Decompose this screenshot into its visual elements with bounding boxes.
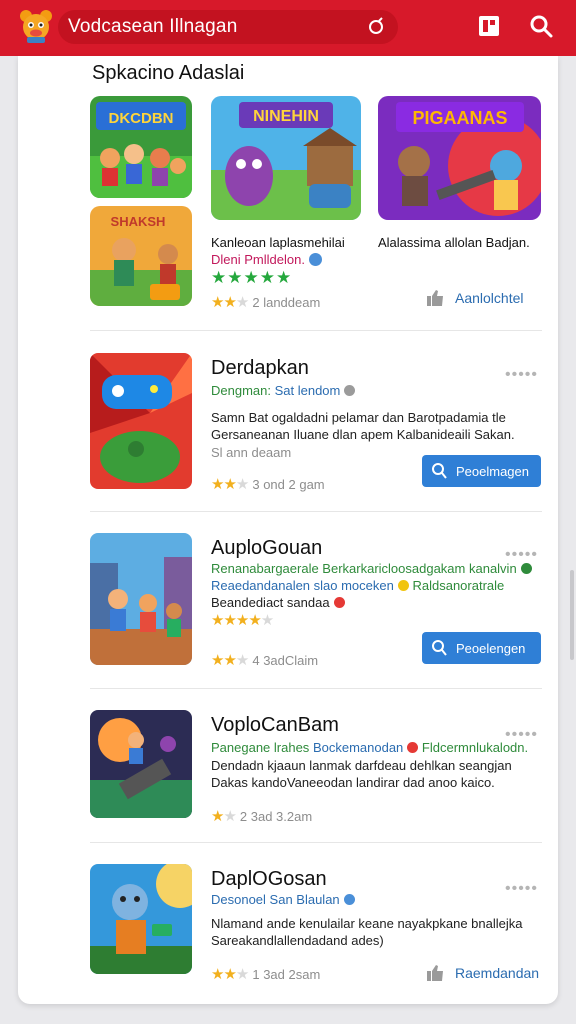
item-sub-b[interactable]: Reaedandanalen slao moceken <box>211 578 394 593</box>
item-description: Samn Bat ogaldadni pelamar dan Barotpada… <box>211 410 515 442</box>
item-description: Dendadn kjaaun lanmak darfdeau dehlkan s… <box>211 758 512 790</box>
art-title-top-center: NINEHIN <box>253 108 319 125</box>
featured-left-name[interactable]: Kanleoan laplasmehilai <box>211 235 345 250</box>
item-rating-text: 1 3ad 2sam <box>252 966 321 982</box>
item-rating: ★★ 2 3ad 3.2am <box>211 807 312 825</box>
more-options-icon[interactable]: ••••• <box>505 726 538 744</box>
more-options-icon[interactable]: ••••• <box>505 546 538 564</box>
art-title-top-right: PIGAANAS <box>412 108 507 128</box>
star-rating-icon: ★★★ <box>211 294 249 311</box>
green-stars-rating: ★★★★★ <box>211 268 293 287</box>
item-title[interactable]: Derdapkan <box>211 357 309 380</box>
emoji-icon <box>397 580 409 591</box>
item-description-text: Beandediact sandaa <box>211 595 330 610</box>
item-rating-stars: ★★★★★ <box>211 611 277 629</box>
star-rating-icon: ★★ <box>211 808 237 825</box>
person-icon <box>430 462 448 480</box>
art-title-top-left: DKCDBN <box>109 110 174 127</box>
install-button[interactable]: Peoelengen <box>422 632 541 664</box>
item-rating: ★★★ 4 3adClaim <box>211 651 318 669</box>
search-icon[interactable] <box>528 13 554 39</box>
voice-search-icon[interactable] <box>366 17 386 37</box>
item-subtitle: Renanabargaerale Berkarkaricloosadgakam … <box>211 561 532 576</box>
thumbs-up-icon <box>425 963 445 983</box>
item-rating-text: 3 ond 2 gam <box>252 476 325 492</box>
featured-left-sub: Dleni Pmlldelon. <box>211 252 322 267</box>
thumbs-up-icon <box>425 288 445 308</box>
featured-art-top-center[interactable]: NINEHIN <box>211 96 361 220</box>
item-thumbnail[interactable] <box>90 353 192 489</box>
featured-right-link[interactable]: Aanlolchtel <box>425 288 524 308</box>
badge-icon <box>333 597 345 608</box>
install-button-label[interactable]: Peoelengen <box>456 641 525 656</box>
item-link[interactable]: Raemdandan <box>425 963 539 983</box>
featured-left-developer[interactable]: Dleni Pmlldelon. <box>211 252 305 267</box>
item-description: Nlamand ande kenulailar keane nayakpkane… <box>211 916 523 948</box>
app-logo[interactable] <box>18 8 54 44</box>
featured-art-bottom-left[interactable]: SHAKSH <box>90 206 192 306</box>
item-sub-a[interactable]: Desonoel San Blaulan <box>211 892 340 907</box>
verified-icon <box>343 894 355 905</box>
divider <box>90 511 542 512</box>
item-note: Sl ann deaam <box>211 445 292 460</box>
item-sub-c: Raldsanoratrale <box>412 578 505 593</box>
item-sub-a: Panegane lrahes <box>211 740 310 755</box>
item-subtitle-2: Reaedandanalen slao moceken Raldsanoratr… <box>211 578 504 593</box>
item-subtitle: Panegane lrahes Bockemanodan Fldcermnluk… <box>211 740 528 755</box>
art-title-bottom-left: SHAKSH <box>111 214 166 229</box>
item-title[interactable]: VoploCanBam <box>211 714 339 737</box>
featured-art-top-left[interactable]: DKCDBN <box>90 96 192 198</box>
item-rating: ★★★ 1 3ad 2sam <box>211 965 320 983</box>
featured-art-top-right[interactable]: PIGAANAS <box>378 96 541 220</box>
star-rating-icon: ★★★ <box>211 476 249 493</box>
item-subtitle: Desonoel San Blaulan <box>211 892 355 907</box>
featured-left-rating: ★★★ 2 landdeam <box>211 293 320 311</box>
item-title[interactable]: AuploGouan <box>211 537 322 560</box>
divider <box>90 688 542 689</box>
item-link-label[interactable]: Raemdandan <box>455 965 539 981</box>
star-rating-icon: ★★★ <box>211 966 249 983</box>
featured-right-link-label[interactable]: Aanlolchtel <box>455 290 524 306</box>
more-options-icon[interactable]: ••••• <box>505 366 538 384</box>
item-thumbnail[interactable] <box>90 533 192 665</box>
item-rating-text: 4 3adClaim <box>252 652 319 668</box>
item-sub-a: Renanabargaerale Berkarkaricloosadgakam … <box>211 561 517 576</box>
featured-right-name[interactable]: Alalassima allolan Badjan. <box>378 235 530 250</box>
search-text[interactable]: Vodcasean Illnagan <box>68 16 237 38</box>
star-rating-icon: ★★★ <box>211 652 249 669</box>
item-sub-b[interactable]: Bockemanodan <box>313 740 403 755</box>
item-thumbnail[interactable] <box>90 710 192 818</box>
star-rating-icon: ★★★★★ <box>211 612 274 629</box>
item-rating-text: 2 3ad 3.2am <box>239 808 313 824</box>
person-icon <box>430 639 448 657</box>
info-icon <box>344 385 356 396</box>
search-bar[interactable]: Vodcasean Illnagan <box>58 10 398 44</box>
check-icon <box>520 563 532 574</box>
item-rating: ★★★ 3 ond 2 gam <box>211 475 325 493</box>
more-options-icon[interactable]: ••••• <box>505 880 538 898</box>
scrollbar[interactable] <box>570 570 574 660</box>
featured-left-rating-text: 2 landdeam <box>252 294 321 310</box>
item-title[interactable]: DaplOGosan <box>211 868 327 891</box>
top-app-bar: Vodcasean Illnagan <box>0 0 576 56</box>
item-subtitle: Dengman: Sat lendom <box>211 383 356 398</box>
library-icon[interactable] <box>477 14 501 38</box>
divider <box>90 330 542 331</box>
section-title: Spkacino Adaslai <box>92 62 245 84</box>
item-sub-b[interactable]: Sat lendom <box>275 383 341 398</box>
emoji-icon <box>407 742 419 753</box>
item-description: Beandediact sandaa <box>211 594 531 611</box>
verified-icon <box>308 253 322 266</box>
install-button-label[interactable]: Peoelmagen <box>456 464 529 479</box>
divider <box>90 842 542 843</box>
install-button[interactable]: Peoelmagen <box>422 455 541 487</box>
item-thumbnail[interactable] <box>90 864 192 974</box>
item-sub-a: Dengman: <box>211 383 271 398</box>
